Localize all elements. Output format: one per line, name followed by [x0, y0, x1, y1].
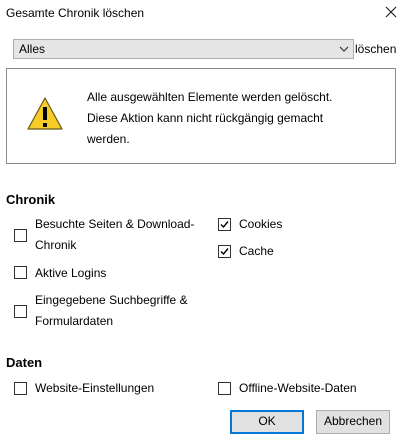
checkbox-site-settings[interactable]	[14, 382, 27, 395]
checkmark-icon	[220, 221, 229, 229]
checkbox-active-logins[interactable]	[14, 266, 27, 279]
checkbox-cache[interactable]	[218, 245, 231, 258]
warning-line: Alle ausgewählten Elemente werden gelösc…	[87, 90, 333, 104]
dialog-title: Gesamte Chronik löschen	[6, 6, 145, 20]
label-offline-data[interactable]: Offline-Website-Daten	[239, 378, 357, 399]
checkbox-form-search-history[interactable]	[14, 305, 27, 318]
chevron-down-icon	[338, 43, 350, 55]
label-cookies[interactable]: Cookies	[239, 214, 282, 235]
time-range-suffix: löschen	[355, 42, 397, 56]
cancel-button[interactable]: Abbrechen	[316, 410, 390, 434]
label-line: Eingegebene Suchbegriffe &	[35, 293, 188, 307]
label-line: Besuchte Seiten & Download-	[35, 217, 195, 231]
time-range-select[interactable]: Alles	[13, 39, 354, 59]
checkmark-icon	[220, 248, 229, 256]
label-browsing-history[interactable]: Besuchte Seiten & Download- Chronik	[35, 214, 194, 256]
history-heading: Chronik	[6, 192, 56, 207]
data-heading: Daten	[6, 355, 43, 370]
checkbox-browsing-history[interactable]	[14, 229, 27, 242]
label-active-logins[interactable]: Aktive Logins	[35, 263, 106, 284]
checkbox-offline-data[interactable]	[218, 382, 231, 395]
warning-box: Alle ausgewählten Elemente werden gelösc…	[6, 68, 396, 164]
label-line: Formulardaten	[35, 314, 114, 328]
label-cache[interactable]: Cache	[239, 241, 274, 262]
warning-line: Diese Aktion kann nicht rückgängig gemac…	[87, 111, 324, 125]
label-form-search-history[interactable]: Eingegebene Suchbegriffe & Formulardaten	[35, 290, 188, 332]
warning-icon	[26, 96, 64, 135]
checkbox-cookies[interactable]	[218, 218, 231, 231]
close-icon[interactable]	[383, 3, 399, 21]
label-line: Chronik	[35, 238, 77, 252]
time-range-value: Alles	[19, 42, 46, 56]
warning-line: werden.	[87, 132, 130, 146]
warning-message: Alle ausgewählten Elemente werden gelösc…	[87, 87, 377, 150]
ok-button[interactable]: OK	[230, 410, 304, 434]
label-site-settings[interactable]: Website-Einstellungen	[35, 378, 154, 399]
